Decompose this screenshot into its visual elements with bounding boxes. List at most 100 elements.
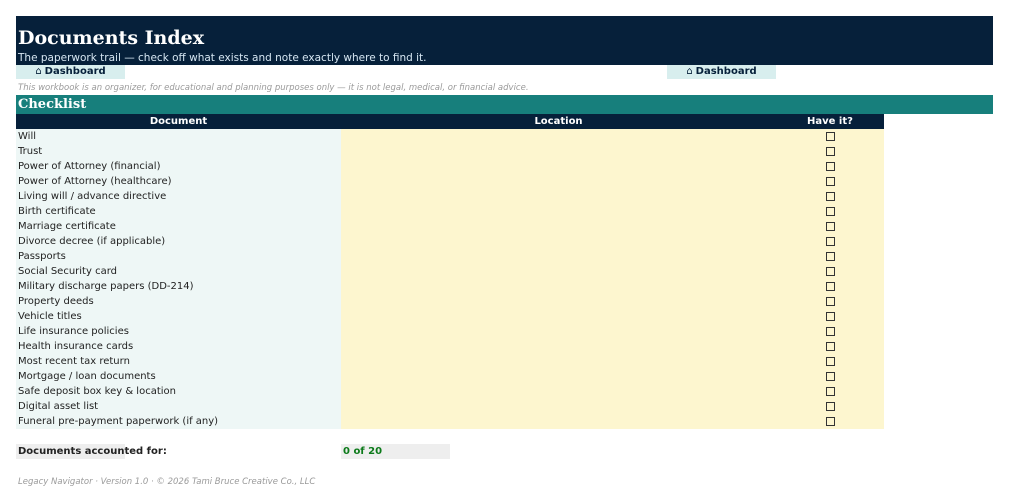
dashboard-link-left[interactable]: ⌂ Dashboard — [16, 65, 125, 79]
table-row: Military discharge papers (DD-214) — [16, 279, 884, 294]
column-header-have-it: Have it? — [776, 114, 884, 129]
table-row: Safe deposit box key & location — [16, 384, 884, 399]
location-cell[interactable] — [341, 339, 771, 354]
document-cell: Living will / advance directive — [18, 191, 167, 202]
have-it-checkbox[interactable] — [826, 282, 835, 291]
location-cell[interactable] — [341, 294, 771, 309]
document-cell: Trust — [18, 146, 43, 157]
have-it-checkbox[interactable] — [826, 207, 835, 216]
have-it-checkbox[interactable] — [826, 417, 835, 426]
column-header-location: Location — [341, 114, 776, 129]
table-row: Property deeds — [16, 294, 884, 309]
document-cell: Mortgage / loan documents — [18, 371, 156, 382]
have-it-checkbox[interactable] — [826, 297, 835, 306]
have-it-checkbox[interactable] — [826, 387, 835, 396]
table-row: Birth certificate — [16, 204, 884, 219]
location-cell[interactable] — [341, 219, 771, 234]
document-cell: Funeral pre-payment paperwork (if any) — [18, 416, 219, 427]
document-cell: Passports — [18, 251, 66, 262]
location-cell[interactable] — [341, 264, 771, 279]
document-cell: Divorce decree (if applicable) — [18, 236, 166, 247]
dashboard-link-label: Dashboard — [695, 66, 757, 77]
location-cell[interactable] — [341, 144, 771, 159]
location-cell[interactable] — [341, 249, 771, 264]
table-row: Passports — [16, 249, 884, 264]
location-cell[interactable] — [341, 369, 771, 384]
table-row: Power of Attorney (financial) — [16, 159, 884, 174]
have-it-checkbox[interactable] — [826, 327, 835, 336]
location-cell[interactable] — [341, 324, 771, 339]
table-row: Vehicle titles — [16, 309, 884, 324]
table-row: Power of Attorney (healthcare) — [16, 174, 884, 189]
document-cell: Health insurance cards — [18, 341, 134, 352]
summary-label: Documents accounted for: — [18, 446, 167, 457]
have-it-checkbox[interactable] — [826, 192, 835, 201]
table-row: Mortgage / loan documents — [16, 369, 884, 384]
location-cell[interactable] — [341, 234, 771, 249]
summary-label-cell: Documents accounted for: — [16, 444, 167, 459]
document-cell: Power of Attorney (healthcare) — [18, 176, 172, 187]
have-it-checkbox[interactable] — [826, 342, 835, 351]
location-cell[interactable] — [341, 279, 771, 294]
document-cell: Marriage certificate — [18, 221, 116, 232]
location-cell[interactable] — [341, 159, 771, 174]
have-it-checkbox[interactable] — [826, 252, 835, 261]
have-it-checkbox[interactable] — [826, 267, 835, 276]
checklist-table: Will Trust Power of Attorney (financial) Po… — [16, 129, 884, 429]
table-row: Most recent tax return — [16, 354, 884, 369]
spreadsheet-page: Documents Index The paperwork trail — ch… — [0, 0, 1009, 503]
home-icon: ⌂ — [35, 66, 42, 77]
location-cell[interactable] — [341, 309, 771, 324]
location-cell[interactable] — [341, 399, 771, 414]
location-cell[interactable] — [341, 414, 771, 429]
summary-value: 0 of 20 — [343, 446, 383, 457]
table-row: Marriage certificate — [16, 219, 884, 234]
have-it-checkbox[interactable] — [826, 372, 835, 381]
document-cell: Digital asset list — [18, 401, 99, 412]
table-row: Life insurance policies — [16, 324, 884, 339]
have-it-checkbox[interactable] — [826, 147, 835, 156]
document-cell: Vehicle titles — [18, 311, 82, 322]
document-cell: Military discharge papers (DD-214) — [18, 281, 194, 292]
document-cell: Property deeds — [18, 296, 94, 307]
table-row: Digital asset list — [16, 399, 884, 414]
location-cell[interactable] — [341, 354, 771, 369]
location-cell[interactable] — [341, 384, 771, 399]
have-it-checkbox[interactable] — [826, 402, 835, 411]
have-it-checkbox[interactable] — [826, 177, 835, 186]
disclaimer-note: This workbook is an organizer, for educa… — [18, 83, 529, 93]
have-it-checkbox[interactable] — [826, 237, 835, 246]
dashboard-link-right[interactable]: ⌂ Dashboard — [667, 65, 776, 79]
have-it-checkbox[interactable] — [826, 357, 835, 366]
document-cell: Social Security card — [18, 266, 117, 277]
table-row: Living will / advance directive — [16, 189, 884, 204]
table-row: Divorce decree (if applicable) — [16, 234, 884, 249]
table-row: Social Security card — [16, 264, 884, 279]
page-subtitle: The paperwork trail — check off what exi… — [18, 52, 427, 64]
have-it-checkbox[interactable] — [826, 222, 835, 231]
location-cell[interactable] — [341, 189, 771, 204]
document-cell: Power of Attorney (financial) — [18, 161, 161, 172]
footer-credit: Legacy Navigator · Version 1.0 · © 2026 … — [18, 477, 316, 487]
have-it-checkbox[interactable] — [826, 312, 835, 321]
document-cell: Safe deposit box key & location — [18, 386, 176, 397]
table-row: Funeral pre-payment paperwork (if any) — [16, 414, 884, 429]
table-row: Will — [16, 129, 884, 144]
location-cell[interactable] — [341, 174, 771, 189]
document-cell: Most recent tax return — [18, 356, 130, 367]
column-header-document: Document — [16, 114, 341, 129]
document-cell: Birth certificate — [18, 206, 96, 217]
location-cell[interactable] — [341, 129, 771, 144]
section-band: Checklist — [16, 95, 993, 114]
table-row: Health insurance cards — [16, 339, 884, 354]
have-it-checkbox[interactable] — [826, 162, 835, 171]
location-cell[interactable] — [341, 204, 771, 219]
summary-value-cell: 0 of 20 — [341, 444, 450, 459]
document-cell: Life insurance policies — [18, 326, 129, 337]
home-icon: ⌂ — [686, 66, 693, 77]
section-title: Checklist — [18, 97, 87, 112]
dashboard-link-label: Dashboard — [44, 66, 106, 77]
page-title: Documents Index — [18, 27, 205, 49]
have-it-checkbox[interactable] — [826, 132, 835, 141]
title-band: Documents Index The paperwork trail — ch… — [16, 16, 993, 65]
